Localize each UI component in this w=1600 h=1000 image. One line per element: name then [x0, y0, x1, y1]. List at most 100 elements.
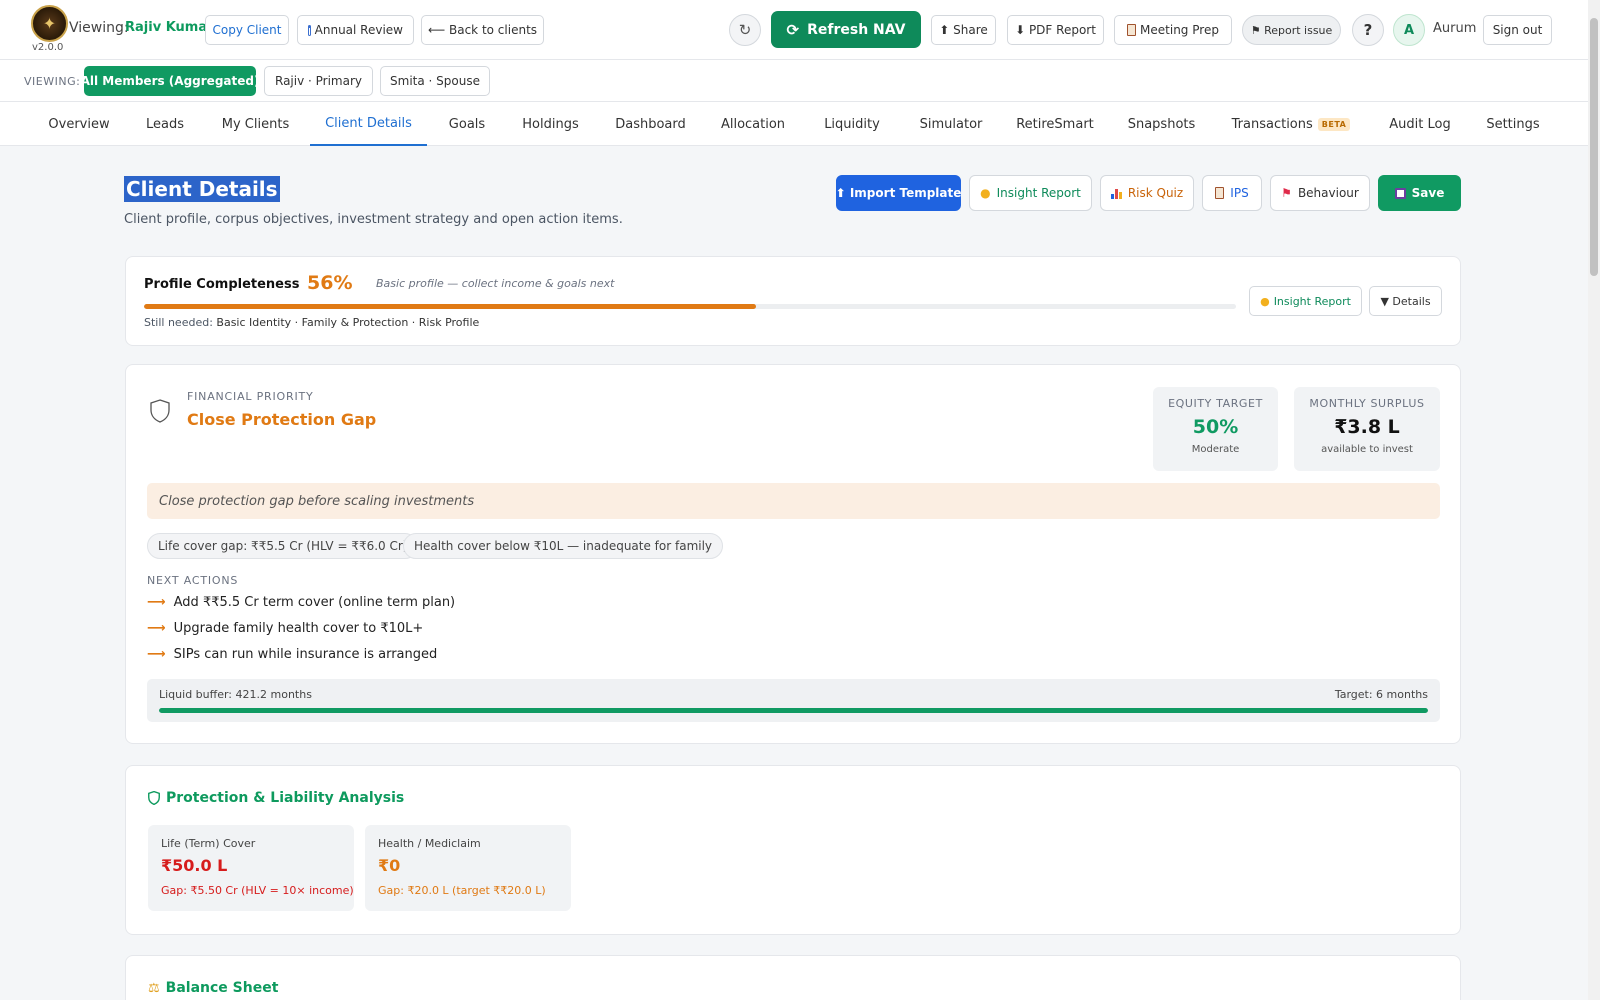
meeting-prep-button[interactable]: Meeting Prep: [1114, 15, 1232, 45]
member-pill-rajiv[interactable]: Rajiv · Primary: [264, 66, 373, 96]
tab-simulator[interactable]: Simulator: [906, 102, 996, 146]
tab-my-clients[interactable]: My Clients: [209, 102, 302, 146]
report-issue-button[interactable]: ⚑ Report issue: [1242, 15, 1341, 45]
tab-client-details[interactable]: Client Details: [310, 102, 427, 146]
profile-completeness-note: Basic profile — collect income & goals n…: [376, 277, 615, 290]
ips-button[interactable]: IPS: [1202, 175, 1262, 211]
tab-allocation[interactable]: Allocation: [707, 102, 799, 146]
profile-progress-fill: [144, 304, 756, 309]
tab-holdings[interactable]: Holdings: [506, 102, 595, 146]
tab-transactions-label: Transactions: [1231, 116, 1313, 132]
member-bar: VIEWING: All Members (Aggregated) Rajiv …: [0, 60, 1588, 102]
tab-retiresmart[interactable]: RetireSmart: [1005, 102, 1105, 146]
refresh-icon: ⟳: [786, 20, 800, 39]
tab-snapshots[interactable]: Snapshots: [1114, 102, 1209, 146]
reload-icon[interactable]: ↻: [729, 14, 761, 46]
tab-audit-log[interactable]: Audit Log: [1379, 102, 1461, 146]
monthly-surplus-value: ₹3.8 L: [1334, 416, 1400, 438]
financial-priority-title: Close Protection Gap: [187, 410, 377, 429]
life-cover-gap-chip: Life cover gap: ₹₹5.5 Cr (HLV = ₹₹6.0 Cr…: [147, 533, 419, 559]
risk-quiz-button[interactable]: Risk Quiz: [1100, 175, 1194, 211]
liquid-buffer-label: Liquid buffer: 421.2 months: [159, 688, 312, 701]
health-cover-box: Health / Mediclaim ₹0 Gap: ₹20.0 L (targ…: [365, 825, 571, 911]
liquid-buffer-box: Liquid buffer: 421.2 months Target: 6 mo…: [147, 679, 1440, 722]
sign-out-button[interactable]: Sign out: [1483, 15, 1552, 45]
viewing-client-name: Rajiv Kumar: [125, 20, 214, 35]
back-to-clients-button[interactable]: ⟵ Back to clients: [421, 15, 544, 45]
member-pill-smita[interactable]: Smita · Spouse: [380, 66, 490, 96]
arrow-right-icon: ⟶: [147, 647, 166, 662]
shield-icon: [150, 399, 170, 423]
help-icon[interactable]: ?: [1352, 14, 1384, 46]
tab-leads[interactable]: Leads: [130, 102, 200, 146]
profile-insight-report-button[interactable]: ● Insight Report: [1249, 286, 1362, 316]
bar-chart-icon: [1110, 188, 1122, 199]
balance-sheet-title: ⚖ Balance Sheet: [148, 980, 279, 996]
username: Aurum: [1433, 21, 1477, 36]
profile-progress-bar: [144, 304, 1236, 309]
protection-liability-card: Protection & Liability Analysis Life (Te…: [125, 765, 1461, 935]
import-template-button[interactable]: ⬆ Import Template: [836, 175, 961, 211]
scales-icon: ⚖: [148, 980, 160, 996]
share-button[interactable]: ⬆ Share: [931, 15, 996, 45]
profile-completeness-card: Profile Completeness 56% Basic profile —…: [125, 256, 1461, 346]
tab-transactions[interactable]: Transactions BETA: [1218, 102, 1364, 146]
copy-client-button[interactable]: Copy Client: [205, 15, 289, 45]
life-cover-value: ₹50.0 L: [161, 856, 228, 875]
floppy-disk-icon: [1394, 187, 1406, 199]
main-nav-tabs: Overview Leads My Clients Client Details…: [0, 102, 1588, 146]
next-action-item: ⟶ SIPs can run while insurance is arrang…: [147, 647, 438, 662]
arrow-right-icon: ⟶: [147, 621, 166, 636]
health-cover-label: Health / Mediclaim: [378, 837, 481, 850]
page-scrollbar[interactable]: [1588, 0, 1600, 1000]
financial-priority-label: FINANCIAL PRIORITY: [187, 390, 314, 403]
flag-icon: ⚑: [1281, 186, 1292, 200]
brand-logo-icon[interactable]: ✦: [31, 5, 68, 42]
equity-target-label: EQUITY TARGET: [1168, 397, 1263, 410]
tab-overview[interactable]: Overview: [36, 102, 122, 146]
financial-priority-card: FINANCIAL PRIORITY Close Protection Gap …: [125, 364, 1461, 744]
top-bar: ✦ v2.0.0 Viewing: Rajiv Kumar Copy Clien…: [0, 0, 1588, 60]
tab-liquidity[interactable]: Liquidity: [807, 102, 897, 146]
health-cover-value: ₹0: [378, 856, 401, 875]
insight-report-button[interactable]: ● Insight Report: [969, 175, 1092, 211]
still-needed-items: Basic Identity · Family & Protection · R…: [216, 316, 480, 329]
equity-target-value: 50%: [1192, 416, 1239, 438]
next-actions-label: NEXT ACTIONS: [147, 574, 239, 587]
liquid-buffer-target: Target: 6 months: [1334, 688, 1428, 701]
tab-dashboard[interactable]: Dashboard: [603, 102, 698, 146]
balance-sheet-card: ⚖ Balance Sheet: [125, 955, 1461, 1000]
clipboard-icon: [1127, 24, 1137, 36]
liquid-buffer-bar: [159, 708, 1428, 713]
lightbulb-icon: ●: [1260, 294, 1270, 308]
annual-review-button[interactable]: Annual Review: [297, 15, 414, 45]
behaviour-button[interactable]: ⚑ Behaviour: [1270, 175, 1370, 211]
pdf-report-button[interactable]: ⬇ PDF Report: [1007, 15, 1104, 45]
scrollbar-thumb[interactable]: [1590, 18, 1598, 276]
profile-completeness-percent: 56%: [307, 272, 353, 294]
page-title: Client Details: [124, 176, 280, 202]
life-cover-label: Life (Term) Cover: [161, 837, 256, 850]
member-pill-all[interactable]: All Members (Aggregated): [81, 66, 259, 96]
tab-settings[interactable]: Settings: [1473, 102, 1553, 146]
avatar[interactable]: A: [1393, 14, 1425, 46]
still-needed: Still needed: Basic Identity · Family & …: [144, 316, 480, 329]
member-viewing-label: VIEWING:: [24, 75, 81, 88]
equity-target-stat: EQUITY TARGET 50% Moderate: [1153, 387, 1278, 471]
refresh-nav-button[interactable]: ⟳ Refresh NAV: [771, 11, 921, 48]
calendar-icon: [308, 24, 311, 36]
next-action-item: ⟶ Add ₹₹5.5 Cr term cover (online term p…: [147, 595, 456, 610]
beta-badge: BETA: [1317, 117, 1351, 131]
lightbulb-icon: ●: [980, 186, 991, 200]
monthly-surplus-label: MONTHLY SURPLUS: [1309, 397, 1425, 410]
page-subtitle: Client profile, corpus objectives, inves…: [124, 212, 623, 227]
save-button[interactable]: Save: [1378, 175, 1461, 211]
life-cover-box: Life (Term) Cover ₹50.0 L Gap: ₹5.50 Cr …: [148, 825, 354, 911]
profile-details-toggle[interactable]: ▼ Details: [1369, 286, 1442, 316]
profile-completeness-title: Profile Completeness: [144, 277, 300, 292]
monthly-surplus-stat: MONTHLY SURPLUS ₹3.8 L available to inve…: [1294, 387, 1440, 471]
tab-goals[interactable]: Goals: [436, 102, 498, 146]
health-cover-gap: Gap: ₹20.0 L (target ₹₹20.0 L): [378, 884, 546, 897]
clipboard-icon: [1215, 187, 1225, 199]
liquid-buffer-fill: [159, 708, 1428, 713]
